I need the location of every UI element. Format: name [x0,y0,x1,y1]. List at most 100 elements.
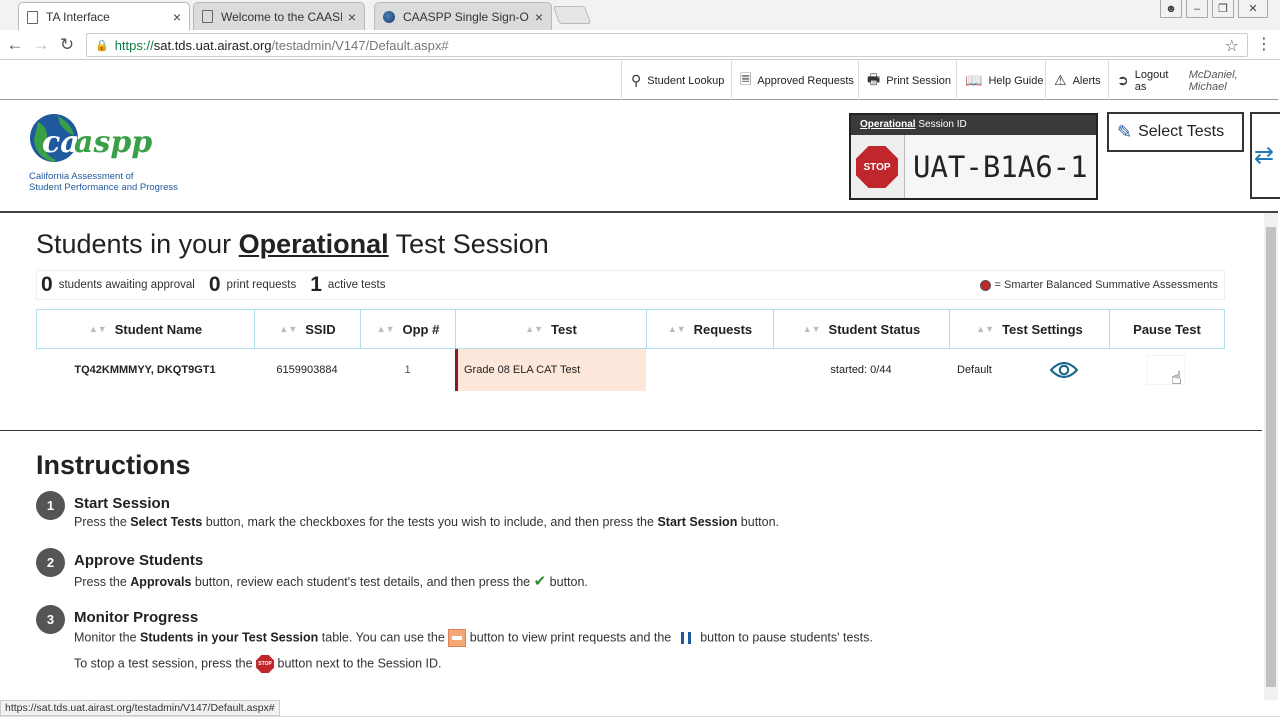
legend-text: = Smarter Balanced Summative Assessments [994,279,1218,291]
approved-requests-link[interactable]: 🗏 Approved Requests [740,61,854,100]
page-icon [202,10,213,23]
bold-text: Students in your Test Session [140,630,319,645]
stop-session-button[interactable]: STOP [856,146,898,188]
step-title: Monitor Progress [74,609,199,626]
minimize-icon[interactable]: – [1186,0,1208,18]
col-label: SSID [305,321,336,337]
pencil-icon: ✎ [1117,121,1133,142]
col-ssid[interactable]: ▲▼ SSID [255,310,361,348]
col-student-name[interactable]: ▲▼ Student Name [37,310,255,348]
text: To stop a test session, press the [74,656,257,671]
page-icon [27,10,38,24]
print-session-link[interactable]: 🖶 Print Session [867,61,951,100]
browser-status-bar: https://sat.tds.uat.airast.org/testadmin… [0,700,280,716]
app-top-nav: ⚲ Student Lookup 🗏 Approved Requests 🖶 P… [0,61,1278,100]
text: Monitor the [74,630,141,645]
printer-icon: 🖶 [867,70,881,87]
assessment-legend: = Smarter Balanced Summative Assessments [979,279,1218,291]
text: button, mark the checkboxes for the test… [202,515,658,529]
session-counts: 0 students awaiting approval 0 print req… [36,270,1225,300]
students-section: Students in your Operational Test Sessio… [0,215,1262,431]
tab-ta-interface[interactable]: TA Interface × [18,2,190,31]
forward-icon[interactable]: → [30,34,52,56]
awaiting-count: 0 [41,273,53,296]
col-label: Pause Test [1133,321,1201,337]
text: button next to the Session ID. [274,656,442,671]
logout-link[interactable]: ➲ Logout as McDaniel, Michael [1117,61,1278,100]
user-icon[interactable]: ☻ [1160,0,1182,18]
new-tab-button[interactable] [552,6,592,24]
refresh-button[interactable]: ⇄ [1250,112,1280,199]
text: button, review each student's test detai… [191,575,534,589]
student-lookup-link[interactable]: ⚲ Student Lookup [631,61,724,100]
cell-test-settings: Default [957,364,992,376]
col-test-settings[interactable]: ▲▼ Test Settings [950,310,1110,348]
text: Press the [74,515,131,529]
cell-student-status: started: 0/44 [830,364,892,376]
close-window-icon[interactable]: ✕ [1238,0,1268,18]
logo-subtitle-line1: California Assessment of [29,171,134,182]
svg-text:aspp: aspp [74,125,152,160]
nav-divider [731,61,732,100]
checkmark-icon: ✔ [533,573,547,590]
tab-caaspp-sso[interactable]: CAASPP Single Sign-On × [374,2,552,30]
page-scrollbar[interactable] [1264,213,1278,700]
text: button. [546,575,588,589]
reload-icon[interactable]: ↻ [56,34,78,56]
title-suffix: Test Session [388,229,549,259]
cell-settings-view [1019,349,1109,391]
sort-icon: ▲▼ [525,324,544,334]
tab-label: Welcome to the CAASPP [221,9,342,24]
instructions-title: Instructions [36,450,191,480]
select-tests-button[interactable]: ✎ Select Tests [1107,112,1244,152]
red-dot-icon [979,279,991,291]
help-guide-link[interactable]: 📖 Help Guide [965,61,1043,100]
tab-welcome-caaspp[interactable]: Welcome to the CAASPP × [193,2,365,30]
col-label: Test [551,321,577,337]
print-count: 0 [208,273,221,296]
view-settings-button[interactable] [1045,351,1083,389]
col-opp[interactable]: ▲▼ Opp # [361,310,456,348]
bookmark-star-icon[interactable]: ☆ [1225,36,1239,56]
student-lookup-label: Student Lookup [647,74,725,87]
tab-label: CAASPP Single Sign-On [403,9,529,24]
cell-test: Grade 08 ELA CAT Test [455,349,646,391]
col-label: Test Settings [1002,321,1083,337]
app-header: ca aspp California Assessment of Student… [0,101,1280,213]
session-id-box: Operational Session ID STOP UAT-B1A6-1 [849,113,1098,200]
nav-divider [858,61,859,100]
session-label: Session ID [918,119,967,130]
book-icon: 📖 [965,72,983,88]
stop-icon: STOP [256,655,275,673]
bold-text: Select Tests [130,515,203,529]
close-icon[interactable]: × [535,9,543,25]
url-path: /testadmin/V147/Default.aspx# [271,37,449,53]
back-icon[interactable]: ← [4,34,26,56]
browser-menu-icon[interactable]: ⋮ [1256,34,1272,54]
alerts-link[interactable]: ⚠ Alerts [1054,61,1101,100]
close-icon[interactable]: × [173,9,181,25]
step-text: Monitor the Students in your Test Sessio… [74,629,873,647]
nav-divider [956,61,957,100]
bold-text: Start Session [657,515,738,529]
title-highlight: Operational [238,229,389,259]
print-session-label: Print Session [886,74,952,87]
text: button to view print requests and the [466,630,675,645]
scrollbar-thumb[interactable] [1266,227,1276,687]
close-icon[interactable]: × [348,9,356,25]
select-tests-label: Select Tests [1138,123,1225,140]
col-requests[interactable]: ▲▼ Requests [647,310,774,348]
session-body: STOP UAT-B1A6-1 [851,135,1096,198]
session-header: Operational Session ID [851,115,1096,135]
warning-icon: ⚠ [1054,72,1067,88]
sort-icon: ▲▼ [667,324,686,334]
col-student-status[interactable]: ▲▼ Student Status [774,310,950,348]
col-test[interactable]: ▲▼ Test [456,310,647,348]
cell-opp: 1 [404,364,411,376]
browser-toolbar: ← → ↻ 🔒 https://sat.tds.uat.airast.org/t… [0,30,1280,60]
bold-text: Approvals [130,575,192,589]
address-bar[interactable]: 🔒 https://sat.tds.uat.airast.org/testadm… [86,33,1248,57]
maximize-icon[interactable]: ❐ [1212,0,1234,18]
eye-icon [1050,361,1078,379]
session-type: Operational [860,119,916,130]
